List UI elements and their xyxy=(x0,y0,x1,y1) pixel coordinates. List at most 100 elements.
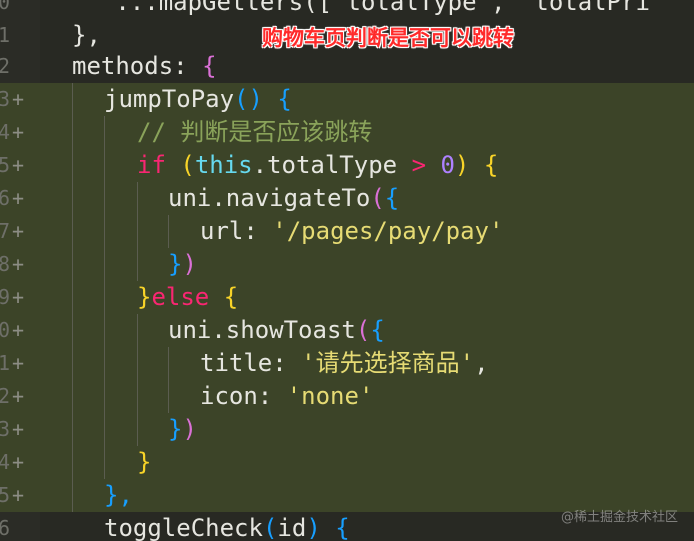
code-string: 'none' xyxy=(286,382,374,410)
line-number: 3 xyxy=(0,87,10,111)
line-number: 8 xyxy=(0,252,10,276)
line-number: 5 xyxy=(0,483,10,507)
code-text: // 判断是否应该跳转 xyxy=(137,116,372,149)
code-token: ( xyxy=(370,184,385,212)
code-comment: // 判断是否应该跳转 xyxy=(137,118,373,146)
code-token: ( xyxy=(262,514,278,541)
line-gutter: 0 xyxy=(0,0,40,19)
annotation-label: 购物车页判断是否可以跳转 xyxy=(262,26,514,50)
code-token: : xyxy=(272,349,287,377)
code-line-added[interactable]: 3 + jumpToPay() { xyxy=(0,83,694,116)
code-token: { xyxy=(223,283,239,311)
diff-marker: + xyxy=(12,87,25,111)
line-number: 4 xyxy=(0,120,10,144)
indent-guide xyxy=(168,215,169,248)
line-number: 5 xyxy=(0,153,10,177)
code-token: }, xyxy=(72,21,101,49)
code-token: else xyxy=(151,283,210,311)
indent-guide xyxy=(168,347,169,413)
code-token: ...mapGetters([ totalType , totalPri xyxy=(72,0,650,16)
code-text: ...mapGetters([ totalType , totalPri xyxy=(72,0,650,19)
code-token: uni xyxy=(168,316,212,344)
line-gutter: 3 + xyxy=(0,83,40,116)
line-number: 1 xyxy=(0,23,10,47)
code-token: this xyxy=(194,151,253,179)
line-gutter: 5 + xyxy=(0,149,40,182)
line-gutter: 7 + xyxy=(0,215,40,248)
diff-marker: + xyxy=(12,219,25,243)
line-gutter: 0 + xyxy=(0,314,40,347)
line-gutter: 2 + xyxy=(0,380,40,413)
diff-marker: + xyxy=(12,384,25,408)
line-gutter: 9 + xyxy=(0,281,40,314)
code-token: : xyxy=(243,217,258,245)
code-token: } xyxy=(137,448,152,476)
line-gutter: 5 + xyxy=(0,479,40,512)
code-token: { xyxy=(370,316,385,344)
code-string: '请先选择商品' xyxy=(301,349,475,377)
code-text: }, xyxy=(104,479,133,512)
code-token: ( xyxy=(180,151,195,179)
code-token: if xyxy=(137,151,166,179)
code-token: } xyxy=(137,283,152,311)
line-gutter: 3 + xyxy=(0,413,40,446)
code-token: }, xyxy=(104,481,133,509)
diff-marker: + xyxy=(12,120,25,144)
code-line[interactable]: 2 methods: { xyxy=(0,50,694,83)
code-token: jumpToPay xyxy=(104,85,235,113)
line-gutter: 6 xyxy=(0,512,40,541)
code-token: () xyxy=(234,85,263,113)
watermark: @稀土掘金技术社区 xyxy=(560,510,678,525)
line-gutter: 4 + xyxy=(0,116,40,149)
indent-guide xyxy=(72,83,73,512)
line-number: 0 xyxy=(0,318,10,342)
code-token: ) xyxy=(182,250,197,278)
line-gutter: 1 xyxy=(0,19,40,52)
line-number: 7 xyxy=(0,219,10,243)
code-text: if (this.totalType > 0) { xyxy=(137,149,498,182)
code-token: ) xyxy=(182,415,197,443)
code-token: methods xyxy=(72,52,174,80)
code-token: .navigateTo xyxy=(211,184,371,212)
diff-marker: + xyxy=(12,351,25,375)
code-line[interactable]: 0 ...mapGetters([ totalType , totalPri xyxy=(0,0,694,19)
diff-marker: + xyxy=(12,186,25,210)
code-text: } xyxy=(137,446,151,479)
code-token: ) xyxy=(454,151,470,179)
diff-marker: + xyxy=(12,450,25,474)
line-gutter: 6 + xyxy=(0,182,40,215)
diff-marker: + xyxy=(12,417,25,441)
line-gutter: 1 + xyxy=(0,347,40,380)
line-number: 2 xyxy=(0,54,10,78)
line-number: 2 xyxy=(0,384,10,408)
indent-guide xyxy=(104,116,105,479)
code-token: id xyxy=(277,514,307,541)
code-text: jumpToPay() { xyxy=(104,83,292,116)
code-text: uni.showToast({ xyxy=(168,314,385,347)
code-text: methods: { xyxy=(72,50,217,83)
code-string: '/pages/pay/pay' xyxy=(272,217,504,245)
code-text: }else { xyxy=(137,281,238,314)
line-number: 9 xyxy=(0,285,10,309)
diff-marker: + xyxy=(12,318,25,342)
code-text: title: '请先选择商品', xyxy=(200,347,489,380)
line-gutter: 2 xyxy=(0,50,40,83)
code-editor[interactable]: 0 ...mapGetters([ totalType , totalPri 1… xyxy=(0,0,694,541)
code-text: url: '/pages/pay/pay' xyxy=(200,215,503,248)
code-token: : xyxy=(173,52,188,80)
code-text: }) xyxy=(168,413,197,446)
code-token: .showToast xyxy=(211,316,356,344)
diff-marker: + xyxy=(12,153,25,177)
indent-guide xyxy=(137,314,138,446)
code-text: icon: 'none' xyxy=(200,380,373,413)
code-token: url xyxy=(200,217,244,245)
diff-marker: + xyxy=(12,285,25,309)
code-text: }, xyxy=(72,19,101,52)
code-token: , xyxy=(474,349,489,377)
code-text: }) xyxy=(168,248,197,281)
code-token: ) xyxy=(306,514,321,541)
code-text: toggleCheck(id) { xyxy=(104,512,350,541)
line-number: 6 xyxy=(0,516,10,540)
line-number: 3 xyxy=(0,417,10,441)
line-number: 6 xyxy=(0,186,10,210)
